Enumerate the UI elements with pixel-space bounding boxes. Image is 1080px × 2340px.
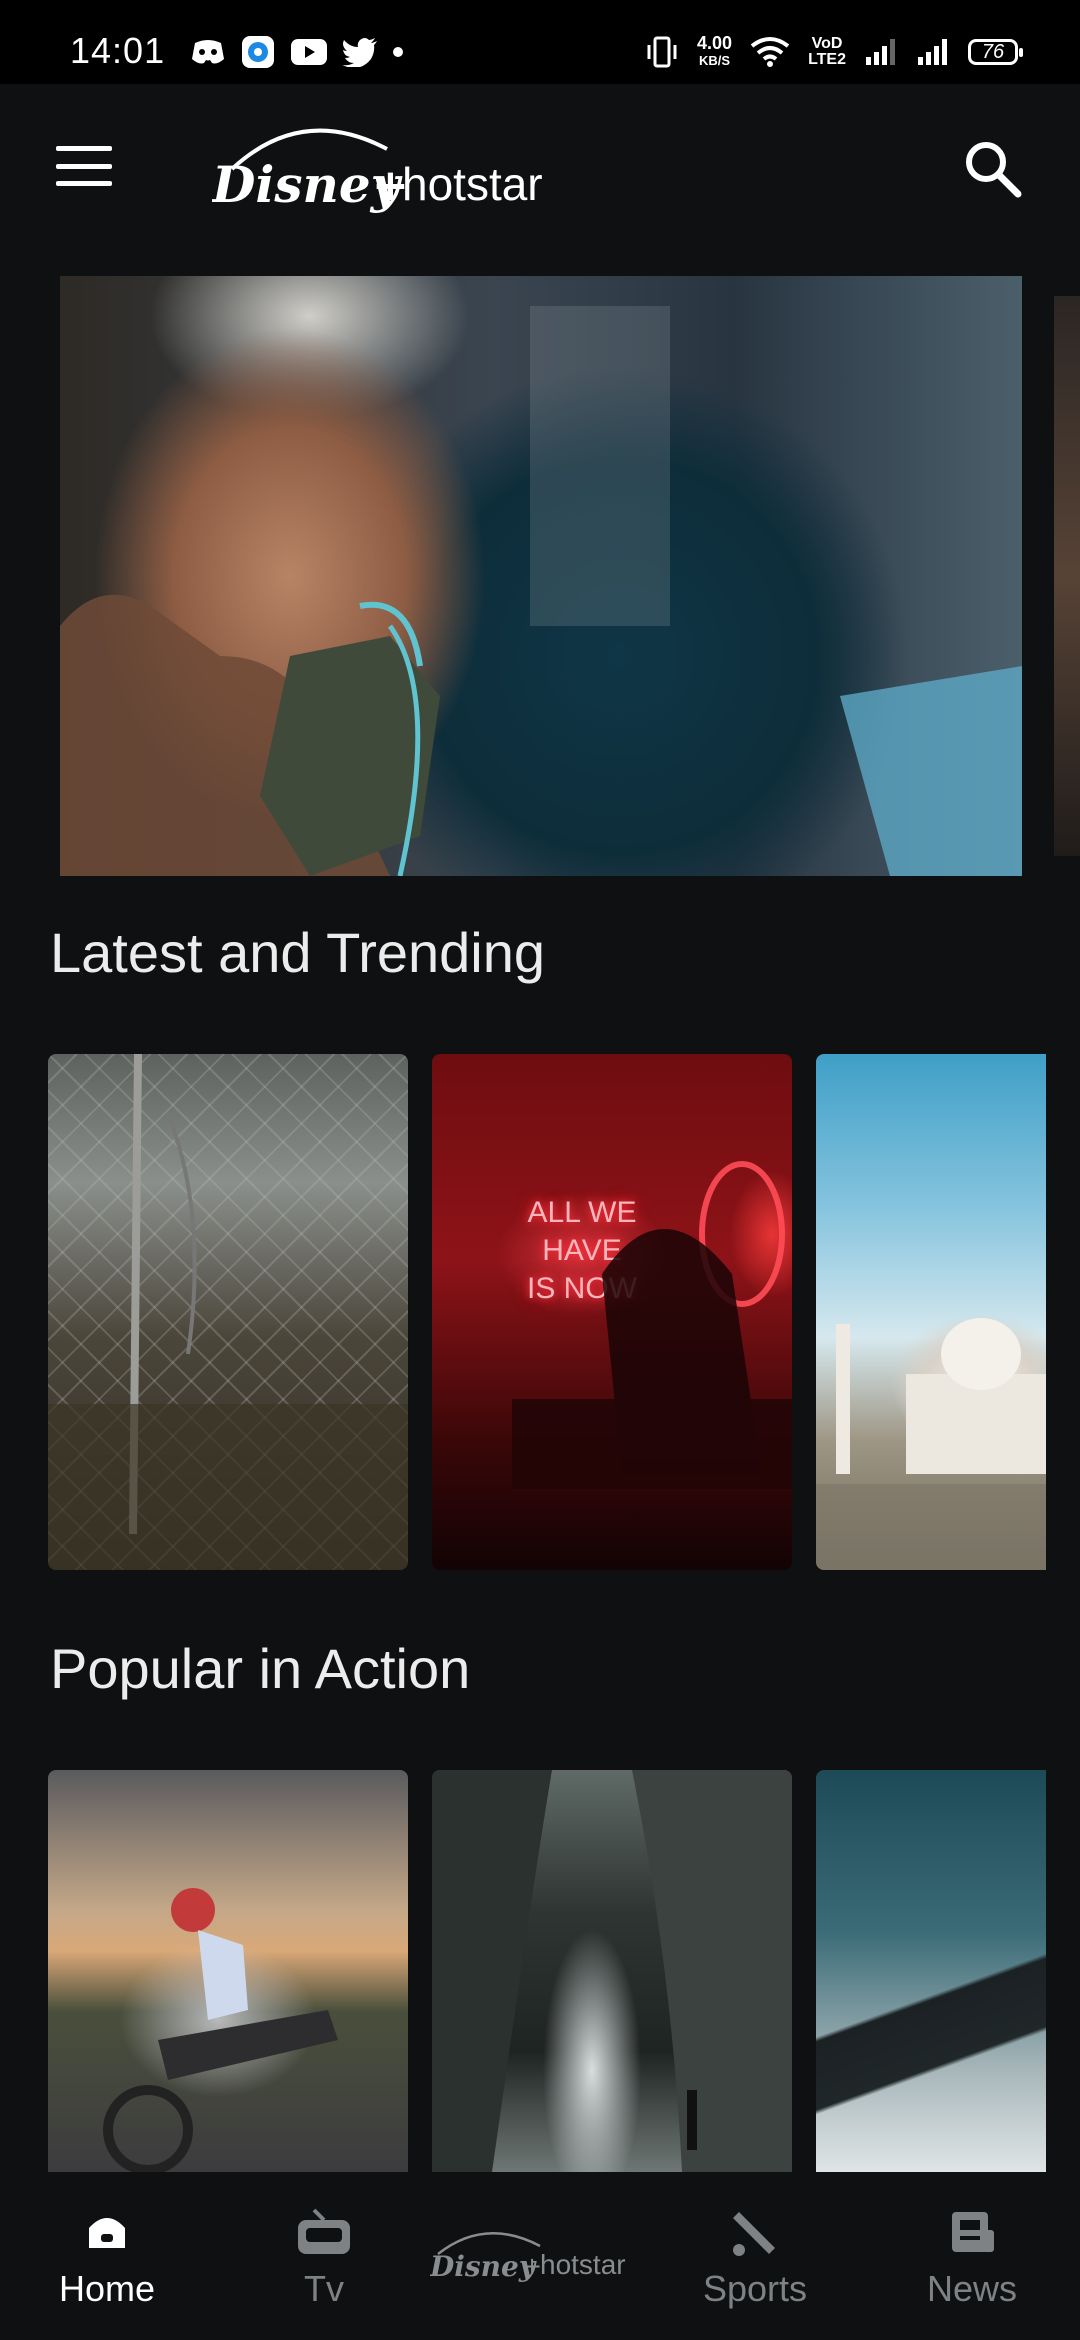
tv-icon: [298, 2208, 350, 2254]
hero-banner[interactable]: [60, 276, 1022, 876]
card-image: [103, 1888, 338, 2172]
hero-image: [60, 306, 1022, 876]
hamburger-icon: [56, 146, 112, 151]
news-icon: [952, 2212, 994, 2252]
logo-text: hotstar: [402, 158, 543, 210]
battery-indicator: 76: [968, 39, 1023, 65]
nav-news[interactable]: News: [882, 2172, 1062, 2340]
card-image: [816, 1318, 1046, 1570]
messenger-icon: [242, 36, 274, 68]
dot-icon: [393, 47, 403, 57]
bottom-navigation: Home Tv Disney + hotstar Sports News: [0, 2172, 1080, 2340]
signal-icon: [866, 39, 895, 65]
twitter-icon: [342, 38, 377, 67]
wifi-icon: [750, 37, 790, 67]
card-image: [432, 1770, 792, 2172]
system-indicators: 4.00 KB/S VoD LTE2 76: [645, 30, 1023, 74]
content-card[interactable]: [816, 1054, 1046, 1570]
youtube-icon: [291, 39, 327, 65]
signal-icon: [918, 39, 947, 65]
content-card[interactable]: [432, 1770, 792, 2172]
menu-button[interactable]: [56, 146, 112, 186]
volte-bottom: LTE2: [808, 51, 846, 68]
svg-text:Disney: Disney: [430, 2250, 537, 2283]
card-image: [48, 1054, 408, 1570]
sports-icon: [733, 2212, 775, 2256]
status-time: 14:01: [70, 30, 166, 71]
content-row-popular-action: [48, 1770, 1080, 2172]
nav-tv[interactable]: Tv: [234, 2172, 414, 2340]
search-icon[interactable]: [960, 136, 1024, 200]
next-banner-peek[interactable]: [1054, 296, 1080, 856]
disney-hotstar-logo[interactable]: Disney + hotstar: [430, 2222, 650, 2292]
nav-label: Tv: [304, 2268, 344, 2309]
network-speed: 4.00 KB/S: [697, 34, 732, 70]
content-card[interactable]: [48, 1054, 408, 1570]
nav-label: Home: [58, 2268, 156, 2309]
disney-hotstar-logo[interactable]: Disney + hotstar: [212, 114, 592, 224]
nav-sports[interactable]: Sports: [665, 2172, 845, 2340]
section-title-popular-action: Popular in Action: [50, 1637, 471, 1700]
hamburger-line: [56, 181, 112, 186]
app-header: Disney + hotstar: [0, 84, 1080, 254]
status-bar: 14:01 4.00 KB/S VoD LTE2 76: [0, 0, 1080, 84]
content-row-latest: ALL WE HAVE IS NOW: [48, 1054, 1080, 1570]
section-title-latest: Latest and Trending: [50, 921, 546, 984]
discord-icon: [192, 40, 224, 64]
hamburger-line: [56, 163, 112, 169]
vibrate-icon: [647, 36, 677, 68]
nav-home[interactable]: Home: [17, 2172, 197, 2340]
home-icon: [89, 2218, 125, 2248]
notification-icons: [190, 32, 404, 72]
card-image: [512, 1161, 792, 1489]
network-speed-value: 4.00: [697, 33, 733, 53]
nav-label: Sports: [702, 2268, 808, 2309]
network-speed-unit: KB/S: [699, 53, 731, 68]
battery-level: 76: [981, 40, 1005, 63]
nav-label: News: [926, 2268, 1018, 2309]
content-card[interactable]: [48, 1770, 408, 2172]
volte-indicator: VoD LTE2: [808, 36, 846, 68]
nav-logo-text: hotstar: [540, 2249, 626, 2280]
content-card[interactable]: [816, 1770, 1046, 2172]
volte-top: VoD: [811, 35, 843, 52]
content-card[interactable]: ALL WE HAVE IS NOW: [432, 1054, 792, 1570]
